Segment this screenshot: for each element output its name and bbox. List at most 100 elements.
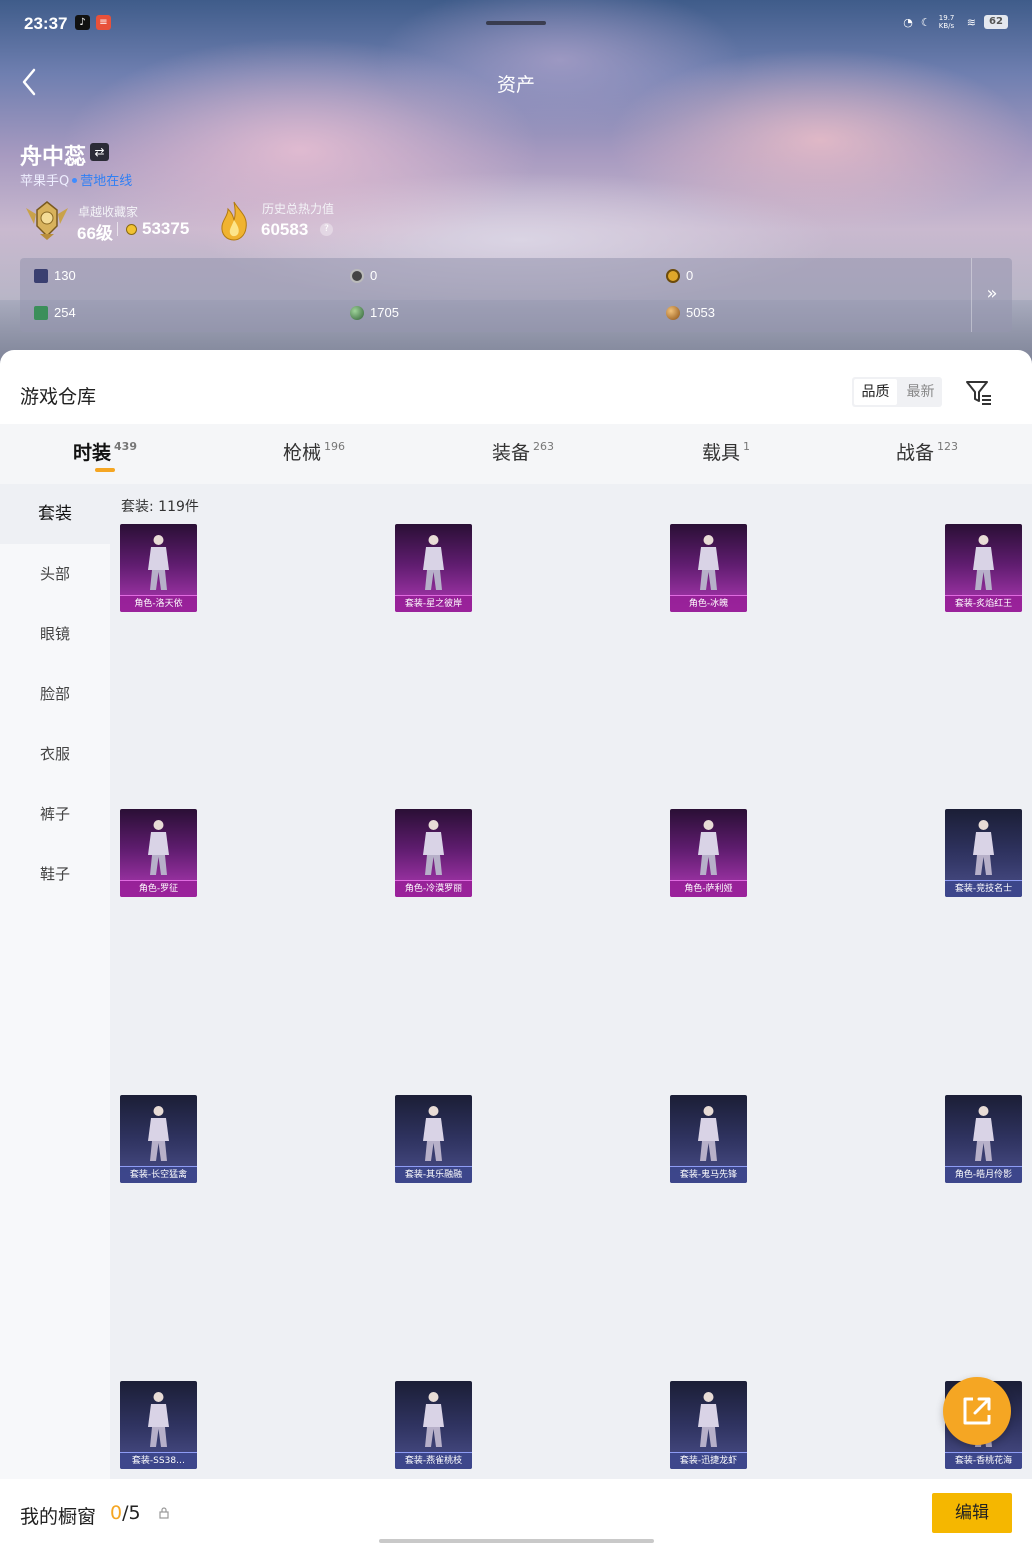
status-time: 23:37 <box>24 14 68 33</box>
currency-item: 1705 <box>350 305 399 320</box>
filter-button[interactable] <box>962 376 994 408</box>
item-grid-area <box>110 484 1032 1479</box>
item-card[interactable]: 角色-罗征 <box>120 809 197 897</box>
character-figure-icon <box>423 1106 444 1161</box>
item-label: 套装-鬼马先锋 <box>670 1166 747 1183</box>
lock-icon <box>159 1507 169 1519</box>
sidebar-item-glasses[interactable]: 眼镜 <box>0 604 110 664</box>
item-card[interactable]: 角色-皓月伶影 <box>945 1095 1022 1183</box>
currency-item: 254 <box>34 305 76 320</box>
item-card[interactable]: 角色-冰魄 <box>670 524 747 612</box>
tab-fashion[interactable]: 时装 439 <box>73 438 137 465</box>
character-figure-icon <box>148 535 169 590</box>
sort-toggle: 品质 最新 <box>852 377 942 407</box>
flame-icon <box>221 201 247 241</box>
edit-button[interactable]: 编辑 <box>932 1493 1012 1533</box>
showcase-count: 0/5 <box>110 1502 141 1524</box>
sidebar-item-shoes[interactable]: 鞋子 <box>0 844 110 904</box>
item-card[interactable]: 套装-鬼马先锋 <box>670 1095 747 1183</box>
character-figure-icon <box>423 820 444 875</box>
item-label: 套装-香桃花海 <box>945 1452 1022 1469</box>
item-label: 角色-萨利娅 <box>670 880 747 897</box>
platform-label: 苹果手Q <box>20 174 70 189</box>
character-figure-icon <box>973 535 994 590</box>
showcase-title: 我的橱窗 <box>20 1506 97 1528</box>
tab-supplies[interactable]: 战备 123 <box>896 438 958 465</box>
tab-label: 时装 <box>73 442 112 464</box>
character-figure-icon <box>698 1106 719 1161</box>
heat-value: 60583 <box>261 220 309 239</box>
rank-level: 66级 <box>77 224 113 243</box>
item-card[interactable]: 套装-其乐融融 <box>395 1095 472 1183</box>
item-card[interactable]: 套装-燕雀桃枝 <box>395 1381 472 1469</box>
item-card[interactable]: 套装-竞技名士 <box>945 809 1022 897</box>
item-label: 套装-炙焰红王 <box>945 595 1022 612</box>
heat-caption: 历史总热力值 <box>262 202 335 216</box>
gold-coin-icon <box>666 268 680 283</box>
item-card[interactable]: 角色-萨利娅 <box>670 809 747 897</box>
item-label: 角色-皓月伶影 <box>945 1166 1022 1183</box>
currency-value: 1705 <box>370 305 399 320</box>
sort-quality-button[interactable]: 品质 <box>854 379 897 405</box>
item-label: 套装-燕雀桃枝 <box>395 1452 472 1469</box>
currency-more-button[interactable]: » <box>971 258 1012 332</box>
character-figure-icon <box>973 820 994 875</box>
collector-medal-icon <box>26 201 68 240</box>
window-handle[interactable] <box>486 21 546 25</box>
currency-value: 5053 <box>686 305 715 320</box>
online-status: 营地在线 <box>80 174 133 189</box>
character-figure-icon <box>148 1392 169 1447</box>
bronze-coin-icon <box>666 305 680 320</box>
character-figure-icon <box>423 1392 444 1447</box>
showcase-bar <box>0 1479 1032 1548</box>
item-label: 角色-冷漠罗丽 <box>395 880 472 897</box>
rank-caption: 卓越收藏家 <box>78 205 139 219</box>
divider <box>117 222 118 236</box>
active-tab-indicator <box>95 468 115 472</box>
tab-equipment[interactable]: 装备 263 <box>492 438 554 465</box>
item-label: 套装-迅捷龙虾 <box>670 1452 747 1469</box>
online-dot-icon <box>72 178 78 183</box>
sidebar-item-face[interactable]: 脸部 <box>0 664 110 724</box>
item-card[interactable]: 套装-SS38… <box>120 1381 197 1469</box>
item-label: 套装-其乐融融 <box>395 1166 472 1183</box>
dark-coin-icon <box>350 268 364 283</box>
character-figure-icon <box>148 820 169 875</box>
tiktok-icon: ♪ <box>75 15 90 30</box>
item-card[interactable]: 角色-冷漠罗丽 <box>395 809 472 897</box>
tab-count: 1 <box>743 440 751 453</box>
external-link-icon <box>963 1397 991 1425</box>
sidebar-item-clothes[interactable]: 衣服 <box>0 724 110 784</box>
tab-weapons[interactable]: 枪械 196 <box>283 438 345 465</box>
character-figure-icon <box>973 1106 994 1161</box>
item-label: 角色-冰魄 <box>670 595 747 612</box>
speedometer-icon: ◔ <box>903 15 913 29</box>
item-card[interactable]: 角色-洛天依 <box>120 524 197 612</box>
tab-count: 123 <box>937 440 959 453</box>
battery-indicator: 62 <box>984 15 1008 29</box>
item-card[interactable]: 套装-星之彼岸 <box>395 524 472 612</box>
item-card[interactable]: 套装-迅捷龙虾 <box>670 1381 747 1469</box>
share-button[interactable] <box>943 1377 1011 1445</box>
character-figure-icon <box>698 820 719 875</box>
tab-count: 196 <box>324 440 346 453</box>
currency-value: 0 <box>686 268 694 283</box>
globe-icon <box>350 305 364 320</box>
currency-value: 254 <box>54 305 76 320</box>
home-indicator[interactable] <box>379 1539 654 1543</box>
help-button[interactable]: ? <box>320 223 333 236</box>
sidebar-item-outfit[interactable]: 套装 <box>0 484 110 544</box>
player-platform: 苹果手Q 营地在线 <box>20 170 132 189</box>
sidebar-item-head[interactable]: 头部 <box>0 544 110 604</box>
sidebar-item-pants[interactable]: 裤子 <box>0 784 110 844</box>
switch-account-icon[interactable]: ⇄ <box>90 143 109 161</box>
sort-newest-button[interactable]: 最新 <box>899 377 942 407</box>
green-gem-icon <box>34 305 48 320</box>
item-card[interactable]: 套装-长空猛禽 <box>120 1095 197 1183</box>
item-label: 套装-竞技名士 <box>945 880 1022 897</box>
warehouse-title: 游戏仓库 <box>20 386 97 408</box>
character-figure-icon <box>698 1392 719 1447</box>
item-card[interactable]: 套装-炙焰红王 <box>945 524 1022 612</box>
coin-value: 53375 <box>142 219 190 238</box>
tab-vehicles[interactable]: 载具 1 <box>702 438 750 465</box>
